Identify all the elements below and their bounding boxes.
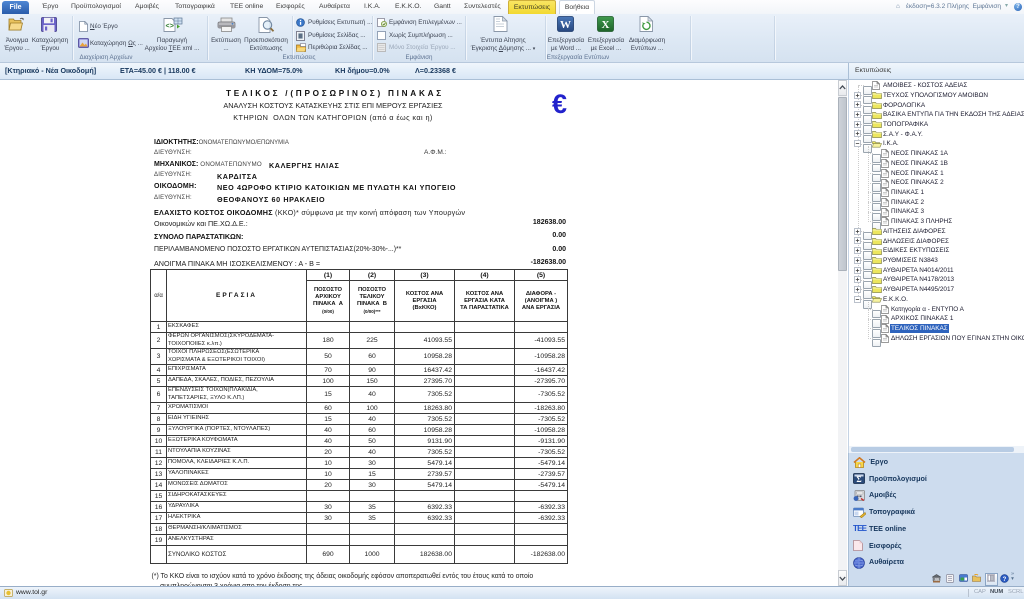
svg-text:X: X [602, 19, 610, 31]
svg-text:<>: <> [166, 23, 174, 31]
svg-text:W: W [560, 19, 571, 31]
svg-text:ΤΕΕ: ΤΕΕ [853, 524, 867, 533]
svg-text:Σ: Σ [856, 475, 861, 484]
svg-text:?: ? [1003, 577, 1007, 583]
